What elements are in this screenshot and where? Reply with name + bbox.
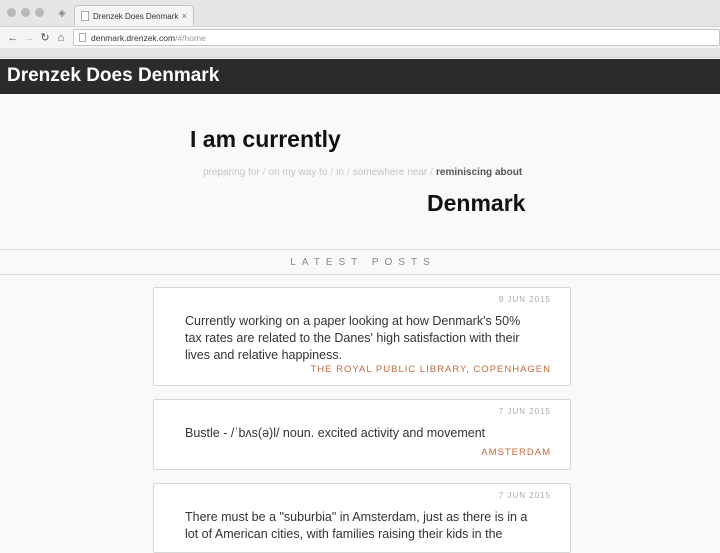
page-favicon-icon [81, 11, 89, 21]
status-option-in[interactable]: in [336, 167, 344, 178]
close-window-icon[interactable] [7, 8, 16, 17]
status-option-on-my-way-to[interactable]: on my way to [268, 167, 327, 178]
option-separator: / [430, 167, 434, 178]
latest-posts-heading: LATEST POSTS [0, 251, 720, 275]
home-icon[interactable]: ⌂ [53, 32, 69, 44]
browser-titlebar: ◈ Drenzek Does Denmark × [0, 0, 720, 26]
tab-close-icon[interactable]: × [182, 11, 187, 21]
status-hero: I am currently preparing for / on my way t… [0, 94, 720, 250]
option-separator: / [346, 167, 350, 178]
browser-tab[interactable]: Drenzek Does Denmark × [74, 5, 194, 26]
post-card[interactable]: 7 JUN 2015 Bustle - /ˈbʌs(ə)l/ noun. exc… [153, 399, 571, 470]
post-card[interactable]: 7 JUN 2015 There must be a "suburbia" in… [153, 483, 571, 553]
browser-chrome: ◈ Drenzek Does Denmark × ← → ↻ ⌂ denmark… [0, 0, 720, 58]
post-card[interactable]: 9 JUN 2015 Currently working on a paper … [153, 287, 571, 386]
tab-title: Drenzek Does Denmark [93, 11, 179, 21]
site-title[interactable]: Drenzek Does Denmark [7, 65, 219, 87]
post-location[interactable]: THE ROYAL PUBLIC LIBRARY, COPENHAGEN [311, 364, 552, 375]
hero-place: Denmark [427, 190, 526, 216]
status-option-reminiscing-about[interactable]: reminiscing about [436, 167, 522, 178]
url-domain: denmark.drenzek.com [91, 32, 176, 43]
browser-toolbar: ← → ↻ ⌂ denmark.drenzek.com/#/home [0, 26, 720, 48]
option-separator: / [330, 167, 334, 178]
page-icon [79, 33, 86, 42]
address-bar[interactable]: denmark.drenzek.com/#/home [73, 29, 720, 46]
maximize-window-icon[interactable] [35, 8, 44, 17]
window-controls [7, 8, 44, 17]
hero-heading: I am currently [190, 126, 341, 152]
forward-arrow-icon[interactable]: → [21, 32, 37, 44]
post-location[interactable]: AMSTERDAM [481, 447, 551, 458]
post-body: Currently working on a paper looking at … [185, 314, 521, 362]
post-body: Bustle - /ˈbʌs(ə)l/ noun. excited activi… [185, 426, 486, 440]
site-header: Drenzek Does Denmark [0, 59, 720, 94]
back-arrow-icon[interactable]: ← [5, 32, 21, 44]
status-options: preparing for / on my way to / in / somewhere … [203, 167, 522, 178]
status-option-preparing-for[interactable]: preparing for [203, 167, 260, 178]
url-path: /#/home [175, 32, 206, 43]
post-date: 9 JUN 2015 [498, 295, 551, 304]
post-date: 7 JUN 2015 [498, 491, 551, 500]
minimize-window-icon[interactable] [21, 8, 30, 17]
status-option-somewhere-near[interactable]: somewhere near [353, 167, 427, 178]
post-date: 7 JUN 2015 [498, 407, 551, 416]
reload-icon[interactable]: ↻ [37, 31, 53, 44]
post-body: There must be a "suburbia" in Amsterdam,… [185, 510, 528, 541]
option-separator: / [262, 167, 266, 178]
browser-menu-icon[interactable]: ◈ [54, 5, 70, 21]
